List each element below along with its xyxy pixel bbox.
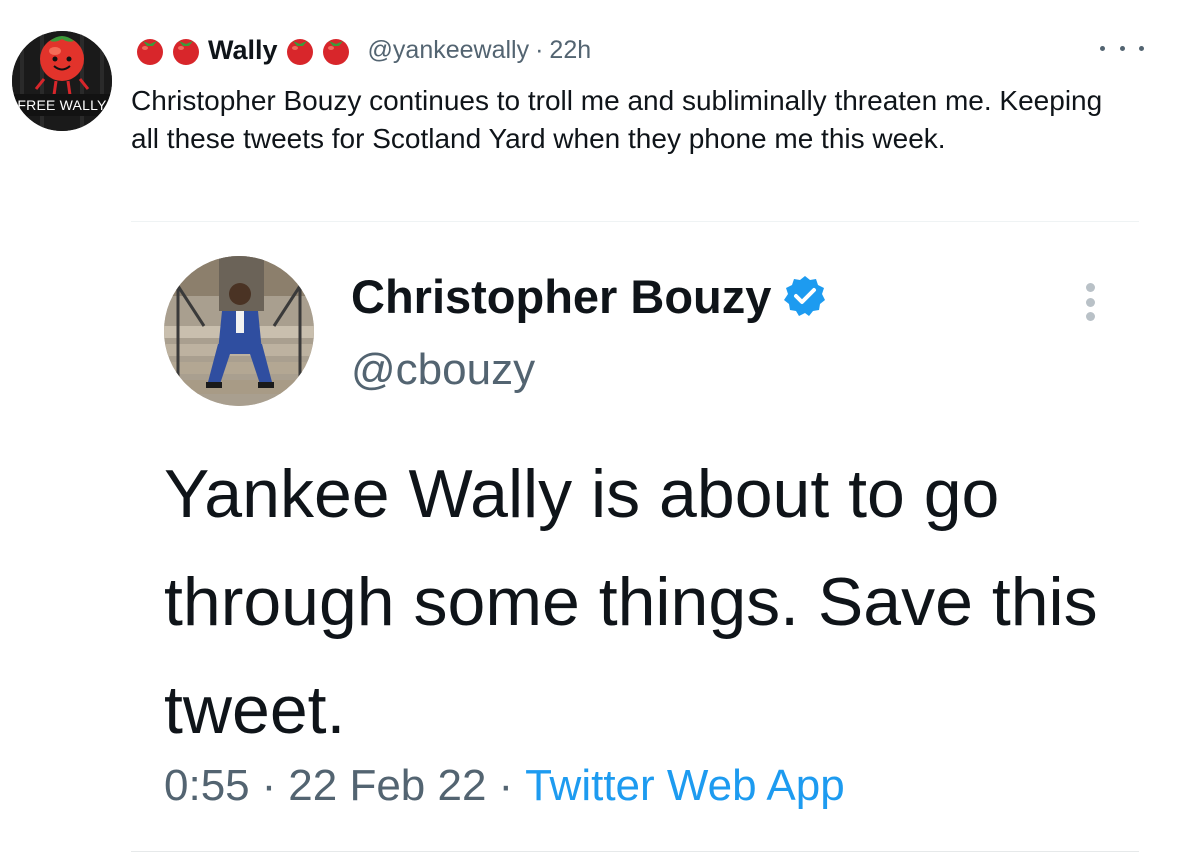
embedded-user-handle: @cbouzy	[351, 345, 536, 394]
tweet-text: Christopher Bouzy continues to troll me …	[131, 85, 1103, 154]
tomato-emoji	[286, 39, 313, 65]
tomato-emoji	[173, 39, 199, 65]
embedded-tweet-date: 22 Feb 22	[288, 761, 487, 810]
embedded-tweet-meta: 0:55 · 22 Feb 22 · Twitter Web App	[164, 756, 845, 816]
tomato-emoji	[322, 39, 349, 65]
embedded-user-avatar	[164, 256, 314, 406]
name-emoji-group-before	[134, 34, 202, 66]
more-dot	[1085, 283, 1095, 292]
more-dot	[1085, 312, 1095, 321]
more-dot	[1119, 45, 1125, 51]
user-avatar[interactable]: FREE WALLY	[12, 31, 112, 131]
more-options-icon	[1085, 283, 1095, 321]
tweet-timestamp[interactable]: 22h	[549, 36, 591, 65]
name-emoji-group-after	[284, 34, 352, 66]
tomato-emoji	[137, 39, 163, 65]
tweet-header: Wally @yankeewally · 22h	[134, 30, 591, 70]
more-dot	[1139, 45, 1144, 51]
header-separator: ·	[535, 35, 544, 64]
embedded-tweet-text: Yankee Wally is about to go through some…	[164, 456, 1098, 748]
embedded-display-name: Christopher Bouzy	[351, 269, 772, 323]
divider	[131, 221, 1139, 222]
embedded-name-row: Christopher Bouzy	[351, 268, 827, 324]
more-options-icon[interactable]	[1100, 38, 1144, 58]
tomato-mascot-icon	[12, 31, 112, 131]
more-dot	[1085, 297, 1095, 307]
person-on-stairs-photo	[164, 256, 314, 406]
meta-separator: ·	[261, 761, 277, 810]
divider	[131, 851, 1139, 852]
more-dot	[1100, 45, 1105, 51]
embedded-tweet-time: 0:55	[164, 761, 250, 810]
display-name[interactable]: Wally	[208, 35, 278, 66]
embedded-tweet-source: Twitter Web App	[525, 761, 845, 810]
verified-badge-icon	[784, 276, 826, 316]
avatar-banner-text: FREE WALLY	[12, 94, 112, 116]
user-handle[interactable]: @yankeewally	[368, 36, 530, 65]
tweet-screenshot: FREE WALLY Wally @yankeewally · 22h Chri…	[0, 0, 1182, 860]
meta-separator: ·	[498, 761, 514, 810]
